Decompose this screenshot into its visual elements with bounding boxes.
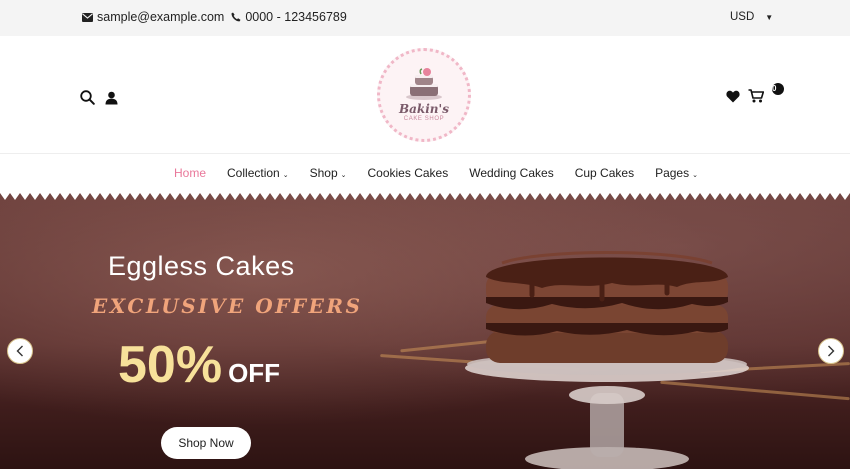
nav-item-pages[interactable]: Pages ⌄ [655,166,698,180]
nav-item-wedding-cakes[interactable]: Wedding Cakes [469,166,554,180]
contact-info: sample@example.com 0000 - 123456789 [82,10,354,24]
heart-icon[interactable] [726,90,740,103]
chevron-down-icon: ⌄ [340,172,347,179]
shop-now-button[interactable]: Shop Now [161,427,251,459]
cart-count-badge: 0 [772,83,784,95]
cart-icon[interactable]: 0 [748,83,784,103]
hero-subtitle: EXCLUSIVE OFFERS [92,294,363,318]
caret-down-icon: ▼ [765,12,774,22]
currency-selector[interactable]: USD ▼ [730,11,773,23]
discount-value: 50% [118,336,223,394]
user-icon[interactable] [105,91,118,105]
email-text: sample@example.com [97,10,225,24]
header-right-icons: 0 [726,83,784,103]
discount-suffix: OFF [228,358,281,388]
zigzag-border [0,191,850,200]
slider-next-button[interactable] [818,338,844,364]
logo-tagline: CAKE SHOP [403,116,445,122]
nav-item-cup-cakes[interactable]: Cup Cakes [575,166,634,180]
chevron-right-icon [828,345,835,357]
logo-brand-text: Bakin's [399,102,449,116]
top-bar: sample@example.com 0000 - 123456789 USD … [0,0,850,36]
phone-text: 0000 - 123456789 [245,10,347,24]
chevron-down-icon: ⌄ [282,172,289,179]
chevron-down-icon: ⌄ [692,172,698,179]
cake-logo-icon [406,68,442,100]
email-contact[interactable]: sample@example.com [82,10,224,24]
chevron-left-icon [16,345,23,357]
envelope-icon [82,12,93,22]
nav-item-collection[interactable]: Collection ⌄ [227,166,289,180]
nav-item-shop[interactable]: Shop ⌄ [310,166,347,180]
nav-item-cookies-cakes[interactable]: Cookies Cakes [368,166,449,180]
slider-prev-button[interactable] [7,338,33,364]
search-icon[interactable] [80,90,95,105]
shop-logo[interactable]: Bakin's CAKE SHOP [377,48,471,142]
main-navigation: Home Collection ⌄ Shop ⌄ Cookies Cakes Wed… [0,153,850,191]
currency-value: USD [730,11,755,23]
hero-slider: Eggless Cakes EXCLUSIVE OFFERS 50% OFF S… [0,191,850,469]
chocolate-cake-image [465,251,749,469]
hero-discount: 50% OFF [118,337,280,393]
header: Bakin's CAKE SHOP 0 [0,36,850,153]
nav-item-home[interactable]: Home [174,166,206,180]
phone-contact[interactable]: 0000 - 123456789 [231,10,347,24]
hero-title: Eggless Cakes [108,251,295,281]
header-left-icons [80,90,128,105]
phone-icon [231,12,241,22]
